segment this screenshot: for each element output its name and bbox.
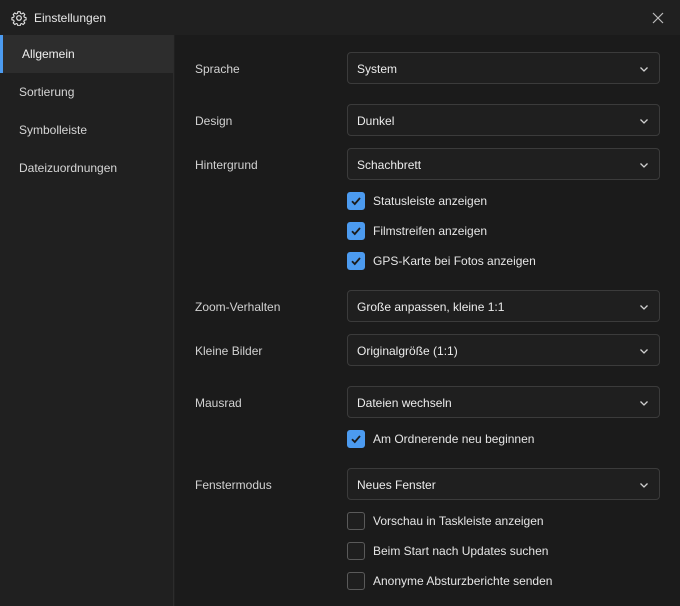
gps-map-checkbox[interactable]: GPS-Karte bei Fotos anzeigen <box>347 251 536 271</box>
window-mode-label: Fenstermodus <box>195 478 272 492</box>
filmstrip-label: Filmstreifen anzeigen <box>373 224 488 238</box>
sidebar-item-label: Allgemein <box>22 47 75 61</box>
title-bar: Einstellungen <box>0 0 680 35</box>
window-title: Einstellungen <box>34 11 107 25</box>
checkmark-icon <box>351 257 361 266</box>
checkbox-box <box>347 512 365 530</box>
gps-map-label: GPS-Karte bei Fotos anzeigen <box>373 254 536 268</box>
background-value: Schachbrett <box>357 158 422 172</box>
taskbar-preview-checkbox[interactable]: Vorschau in Taskleiste anzeigen <box>347 511 544 531</box>
chevron-down-icon <box>640 67 648 72</box>
chevron-down-icon <box>640 401 648 406</box>
checkbox-box <box>347 572 365 590</box>
checkbox-box <box>347 192 365 210</box>
checkbox-box <box>347 222 365 240</box>
sidebar: Allgemein Sortierung Symbolleiste Dateiz… <box>0 35 174 606</box>
language-label: Sprache <box>195 62 240 76</box>
sidebar-item-label: Dateizuordnungen <box>19 161 118 175</box>
design-label: Design <box>195 114 233 128</box>
zoom-value: Große anpassen, kleine 1:1 <box>357 300 505 314</box>
design-value: Dunkel <box>357 114 395 128</box>
chevron-down-icon <box>640 483 648 488</box>
design-select[interactable]: Dunkel <box>347 104 660 136</box>
statusbar-checkbox[interactable]: Statusleiste anzeigen <box>347 191 487 211</box>
checkbox-box <box>347 252 365 270</box>
taskbar-preview-label: Vorschau in Taskleiste anzeigen <box>373 514 544 528</box>
background-label: Hintergrund <box>195 158 258 172</box>
statusbar-label: Statusleiste anzeigen <box>373 194 488 208</box>
language-value: System <box>357 62 398 76</box>
settings-window: Einstellungen Allgemein Sortierung Symbo… <box>0 0 680 606</box>
sidebar-item-label: Sortierung <box>19 85 75 99</box>
restart-at-end-checkbox[interactable]: Am Ordnerende neu beginnen <box>347 429 534 449</box>
language-select[interactable]: System <box>347 52 660 84</box>
sidebar-item-dateizuordnungen[interactable]: Dateizuordnungen <box>0 149 173 187</box>
chevron-down-icon <box>640 163 648 168</box>
filmstrip-checkbox[interactable]: Filmstreifen anzeigen <box>347 221 487 241</box>
chevron-down-icon <box>640 349 648 354</box>
crash-reports-label: Anonyme Absturzberichte senden <box>373 574 553 588</box>
mouse-wheel-label: Mausrad <box>195 396 242 410</box>
close-button[interactable] <box>646 6 670 30</box>
zoom-label: Zoom-Verhalten <box>195 300 281 314</box>
chevron-down-icon <box>640 305 648 310</box>
zoom-select[interactable]: Große anpassen, kleine 1:1 <box>347 290 660 322</box>
mouse-wheel-value: Dateien wechseln <box>357 396 452 410</box>
restart-at-end-label: Am Ordnerende neu beginnen <box>373 432 535 446</box>
crash-reports-checkbox[interactable]: Anonyme Absturzberichte senden <box>347 571 552 591</box>
checkbox-box <box>347 430 365 448</box>
window-mode-value: Neues Fenster <box>357 478 436 492</box>
checkmark-icon <box>351 435 361 444</box>
small-images-label: Kleine Bilder <box>195 344 263 358</box>
check-updates-label: Beim Start nach Updates suchen <box>373 544 549 558</box>
checkmark-icon <box>351 197 361 206</box>
sidebar-item-sortierung[interactable]: Sortierung <box>0 73 173 111</box>
checkbox-box <box>347 542 365 560</box>
settings-panel: Sprache System Design Dunkel Hintergrund… <box>175 35 680 606</box>
sidebar-item-label: Symbolleiste <box>19 123 88 137</box>
sidebar-item-allgemein[interactable]: Allgemein <box>0 35 173 73</box>
background-select[interactable]: Schachbrett <box>347 148 660 180</box>
small-images-select[interactable]: Originalgröße (1:1) <box>347 334 660 366</box>
checkmark-icon <box>351 227 361 236</box>
close-icon <box>652 12 664 24</box>
mouse-wheel-select[interactable]: Dateien wechseln <box>347 386 660 418</box>
sidebar-item-symbolleiste[interactable]: Symbolleiste <box>0 111 173 149</box>
check-updates-checkbox[interactable]: Beim Start nach Updates suchen <box>347 541 548 561</box>
small-images-value: Originalgröße (1:1) <box>357 344 458 358</box>
gear-icon <box>11 11 27 26</box>
window-mode-select[interactable]: Neues Fenster <box>347 468 660 500</box>
chevron-down-icon <box>640 119 648 124</box>
